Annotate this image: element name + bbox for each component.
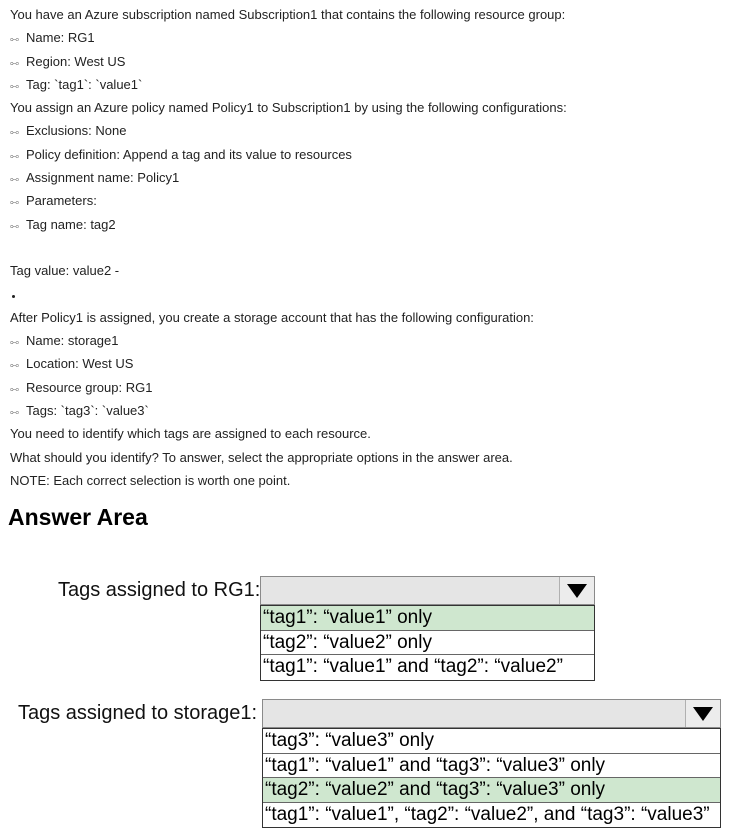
rg1-option[interactable]: “tag1”: “value1” and “tag2”: “value2” xyxy=(261,655,594,680)
rg1-option[interactable]: “tag1”: “value1” only xyxy=(261,606,594,631)
bullet-item: ⧟ Name: storage1 xyxy=(10,331,725,354)
bullet-item: ⧟ Exclusions: None xyxy=(10,121,725,144)
rg1-options-list: “tag1”: “value1” only “tag2”: “value2” o… xyxy=(260,605,595,681)
triangle-down-icon xyxy=(693,706,713,721)
bullet-item: ⧟ Assignment name: Policy1 xyxy=(10,168,725,191)
bullet-icon: ⧟ xyxy=(10,361,20,372)
rg1-option[interactable]: “tag2”: “value2” only xyxy=(261,631,594,655)
bullet-icon: ⧟ xyxy=(10,81,20,92)
answer-area-title: Answer Area xyxy=(8,504,148,530)
bullet-item: ⧟ Resource group: RG1 xyxy=(10,378,725,401)
assign-intro-text: You assign an Azure policy named Policy1… xyxy=(10,100,567,116)
bullet-item: ⧟ Region: West US xyxy=(10,52,725,75)
bullet-item: ⧟ Name: RG1 xyxy=(10,28,725,51)
storage1-option[interactable]: “tag2”: “value2” and “tag3”: “value3” on… xyxy=(263,778,720,803)
after-intro-text: After Policy1 is assigned, you create a … xyxy=(10,309,534,325)
dropdown-arrow-button[interactable] xyxy=(685,700,720,727)
bullet-icon: ⧟ xyxy=(10,151,20,162)
storage1-options-list: “tag3”: “value3” only “tag1”: “value1” a… xyxy=(262,728,721,828)
bullet-item: ⧟ Location: West US xyxy=(10,354,725,377)
bullet-icon: ⧟ xyxy=(10,408,20,419)
storage1-dropdown[interactable] xyxy=(262,699,721,728)
bullet-icon: ⧟ xyxy=(10,221,20,232)
storage1-option[interactable]: “tag1”: “value1”, “tag2”: “value2”, and … xyxy=(263,803,720,828)
rg1-dropdown[interactable] xyxy=(260,576,595,605)
bullet-item: ⧟ Tag: `tag1`: `value1` xyxy=(10,75,725,98)
question-text: You have an Azure subscription named Sub… xyxy=(10,5,725,494)
tag-value-text: Tag value: value2 - xyxy=(10,263,120,279)
identify-text: You need to identify which tags are assi… xyxy=(10,426,371,442)
bullet-icon: ⧟ xyxy=(10,384,20,395)
storage1-option[interactable]: “tag3”: “value3” only xyxy=(263,729,720,754)
stray-dot xyxy=(10,285,725,308)
dot-icon xyxy=(12,294,15,298)
bullet-icon: ⧟ xyxy=(10,175,20,186)
bullet-item: ⧟ Tag name: tag2 xyxy=(10,215,725,238)
bullet-icon: ⧟ xyxy=(10,58,20,69)
bullet-icon: ⧟ xyxy=(10,128,20,139)
bullet-icon: ⧟ xyxy=(10,35,20,46)
bullet-item: ⧟ Tags: `tag3`: `value3` xyxy=(10,401,725,424)
bullet-item: ⧟ Parameters: xyxy=(10,191,725,214)
triangle-down-icon xyxy=(567,583,587,598)
instruction-text: What should you identify? To answer, sel… xyxy=(10,449,513,465)
bullet-item: ⧟ Policy definition: Append a tag and its… xyxy=(10,145,725,168)
note-text: NOTE: Each correct selection is worth on… xyxy=(10,472,291,488)
bullet-icon: ⧟ xyxy=(10,338,20,349)
dropdown-arrow-button[interactable] xyxy=(559,577,594,604)
storage1-label: Tags assigned to storage1: xyxy=(18,702,258,724)
intro-text: You have an Azure subscription named Sub… xyxy=(10,7,566,22)
storage1-option[interactable]: “tag1”: “value1” and “tag3”: “value3” on… xyxy=(263,754,720,778)
bullet-icon: ⧟ xyxy=(10,198,20,209)
rg1-label: Tags assigned to RG1: xyxy=(58,579,261,601)
